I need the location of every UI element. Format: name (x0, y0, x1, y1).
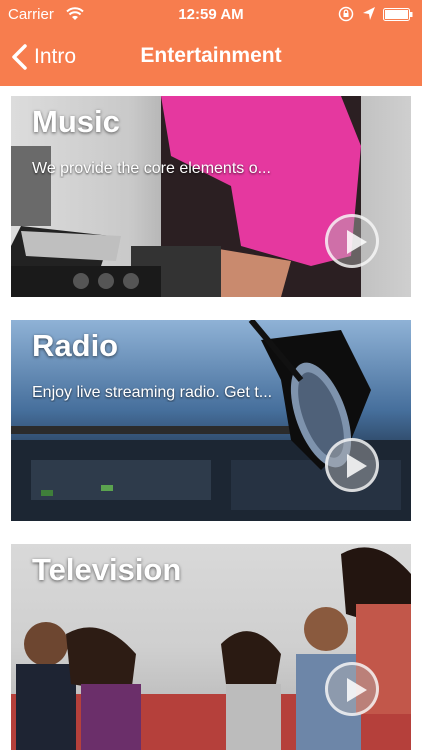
battery-icon (383, 8, 413, 21)
status-bar: Carrier 12:59 AM (0, 0, 422, 30)
play-icon[interactable] (325, 214, 379, 268)
page-title: Entertainment (140, 44, 282, 67)
play-icon[interactable] (325, 662, 379, 716)
navigation-bar: Intro Entertainment (0, 30, 422, 86)
app-header: Carrier 12:59 AM Intro Entertainment (0, 0, 422, 86)
lock-rotation-icon (338, 6, 354, 22)
card-title: Music (32, 104, 120, 139)
play-icon[interactable] (325, 438, 379, 492)
location-arrow-icon (363, 7, 375, 20)
television-card[interactable]: Television (11, 544, 411, 750)
card-subtitle: We provide the core elements o... (32, 160, 271, 177)
card-title: Radio (32, 328, 119, 363)
card-subtitle: Enjoy live streaming radio. Get t... (32, 384, 273, 401)
music-card[interactable]: Music We provide the core elements o... (11, 96, 411, 297)
status-time: 12:59 AM (178, 6, 244, 23)
radio-card[interactable]: Radio Enjoy live streaming radio. Get t.… (11, 320, 411, 521)
card-title: Television (32, 552, 182, 587)
